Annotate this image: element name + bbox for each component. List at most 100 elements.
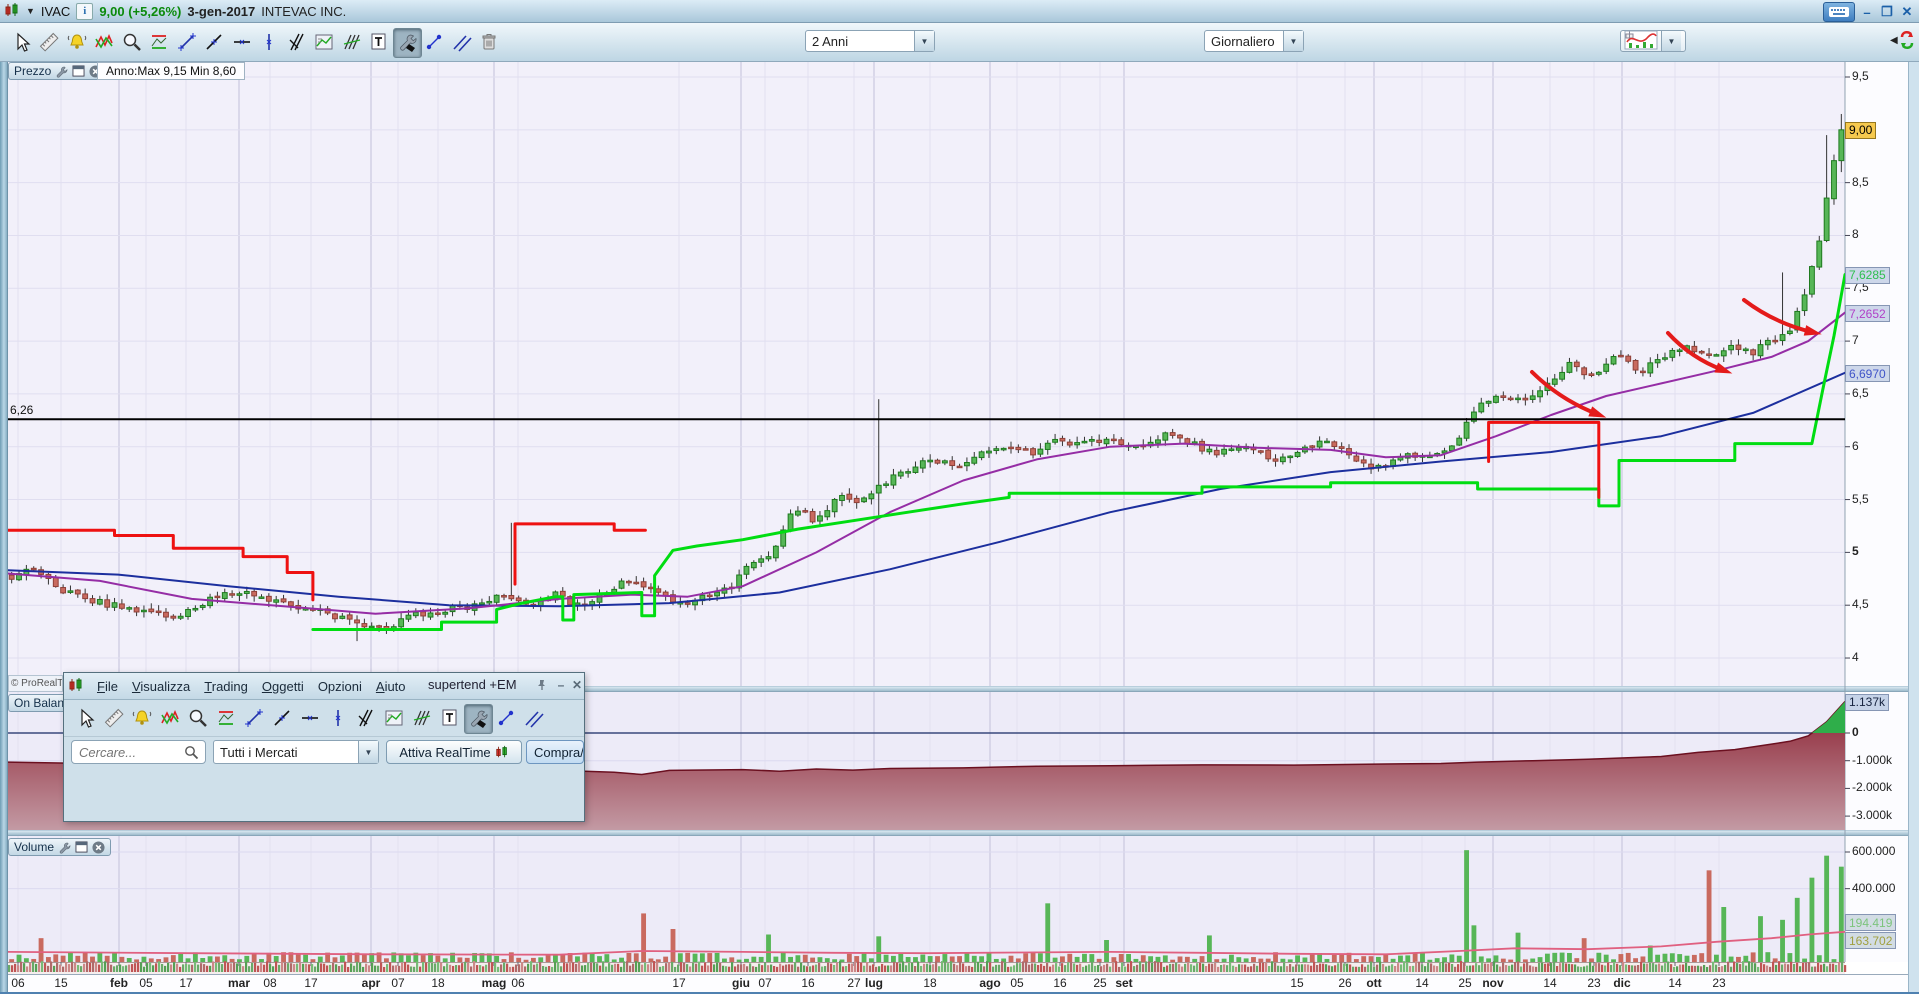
price-chart-canvas[interactable]	[8, 62, 1845, 686]
price-panel-tab[interactable]: Prezzo	[8, 62, 109, 80]
time-axis-label: 06	[511, 976, 525, 990]
chevron-down-icon[interactable]: ▼	[1283, 31, 1303, 51]
volume-panel-tab[interactable]: Volume	[8, 838, 112, 856]
horizontal-line-icon[interactable]	[296, 704, 323, 732]
menu-file[interactable]: File	[90, 677, 125, 696]
time-axis-label: 14	[1543, 976, 1557, 990]
collapse-panel-handle[interactable]: ◀	[1890, 27, 1916, 53]
vertical-line-icon[interactable]	[256, 28, 283, 56]
timeline-minimap[interactable]	[8, 962, 1845, 974]
minimize-icon[interactable]: –	[553, 677, 569, 693]
text-icon[interactable]	[436, 704, 463, 732]
add-indicator-button[interactable]: ▼	[1620, 30, 1686, 52]
trendline-icon[interactable]	[268, 704, 295, 732]
floating-window-searchrow: Tutti i Mercati ▼ Attiva RealTime Compra…	[64, 737, 584, 771]
time-axis-label: 25	[1458, 976, 1472, 990]
horizontal-line-icon[interactable]	[228, 28, 255, 56]
time-axis-label: ott	[1366, 976, 1382, 990]
pitchfork-icon[interactable]	[352, 704, 379, 732]
volume-panel-title: Volume	[14, 840, 55, 854]
panel-settings-wrench-icon[interactable]	[55, 65, 68, 78]
market-select[interactable]: Tutti i Mercati ▼	[213, 740, 379, 764]
restore-button[interactable]: ❐	[1879, 4, 1895, 20]
keyboard-icon[interactable]	[1823, 2, 1855, 22]
resolution-select[interactable]: Giornaliero ▼	[1204, 30, 1304, 52]
cycles-icon[interactable]	[408, 704, 435, 732]
pitchfork-icon[interactable]	[283, 28, 310, 56]
menu-oggetti[interactable]: Oggetti	[255, 677, 311, 696]
indicator-icon[interactable]	[311, 28, 338, 56]
panel-window-icon[interactable]	[75, 841, 88, 853]
design-tools-icon[interactable]	[464, 704, 493, 734]
vertical-line-icon[interactable]	[324, 704, 351, 732]
retracement-icon[interactable]	[212, 704, 239, 732]
volume-tick-label: 600.000	[1852, 844, 1896, 858]
ruler-icon[interactable]	[36, 28, 63, 56]
timeframe-select[interactable]: 2 Anni ▼	[805, 30, 935, 52]
info-button[interactable]: i	[76, 2, 94, 20]
time-axis-label: set	[1115, 976, 1133, 990]
pointer-icon[interactable]	[8, 28, 35, 56]
time-axis-label: nov	[1482, 976, 1504, 990]
parallel-lines-icon[interactable]	[448, 28, 475, 56]
text-icon[interactable]	[366, 28, 393, 56]
chevron-down-icon[interactable]: ▼	[358, 741, 378, 763]
timeframe-value: 2 Anni	[812, 33, 849, 49]
alarm-icon[interactable]	[63, 28, 90, 56]
search-icon[interactable]	[184, 745, 199, 765]
symbol-dropdown-caret[interactable]: ▼	[26, 6, 35, 16]
activate-realtime-button[interactable]: Attiva RealTime	[386, 740, 522, 764]
point-connect-icon[interactable]	[421, 28, 448, 56]
close-icon[interactable]: ✕	[569, 677, 585, 693]
menu-visualizza[interactable]: Visualizza	[125, 677, 197, 696]
alarm-icon[interactable]	[128, 704, 155, 732]
time-axis-label: 23	[1712, 976, 1726, 990]
close-button[interactable]: ✕	[1899, 4, 1915, 20]
floating-window-toolbar	[64, 700, 584, 737]
floating-search-window[interactable]: File Visualizza Trading Oggetti Opzioni Aiuto…	[63, 672, 585, 822]
chevron-down-icon[interactable]: ▼	[914, 31, 934, 51]
indicator-icon[interactable]	[380, 704, 407, 732]
point-connect-icon[interactable]	[492, 704, 519, 732]
trendline-icon[interactable]	[201, 28, 228, 56]
buy-sell-button[interactable]: Compra/	[526, 740, 584, 764]
retracement-icon[interactable]	[146, 28, 173, 56]
menu-trading[interactable]: Trading	[197, 677, 255, 696]
segment-icon[interactable]	[173, 28, 200, 56]
last-price: 9,00 (+5,26%)	[99, 3, 182, 19]
time-axis-label: 14	[1668, 976, 1682, 990]
cycles-icon[interactable]	[338, 28, 365, 56]
chevron-down-icon[interactable]: ▼	[1661, 31, 1681, 51]
segment-icon[interactable]	[240, 704, 267, 732]
zoom-icon[interactable]	[118, 28, 145, 56]
volume-chart-canvas[interactable]	[8, 836, 1845, 962]
workspace-tab-title[interactable]: supertend +EM	[428, 677, 528, 692]
obv-tick-label: -3.000k	[1852, 808, 1893, 823]
delete-icon[interactable]	[476, 28, 503, 56]
menu-aiuto[interactable]: Aiuto	[369, 677, 413, 696]
panel-close-icon[interactable]	[92, 840, 105, 854]
panel-settings-wrench-icon[interactable]	[58, 841, 71, 854]
obv-tick-label: -2.000k	[1852, 780, 1893, 795]
time-axis-label: 05	[139, 976, 153, 990]
price-tick-label: 4	[1852, 650, 1859, 665]
time-axis-label: 15	[54, 976, 68, 990]
pin-icon[interactable]	[534, 677, 550, 693]
minimize-button[interactable]: –	[1859, 4, 1875, 20]
app-candlestick-icon	[4, 2, 20, 21]
pointer-icon[interactable]	[72, 704, 99, 732]
time-axis-label: dic	[1613, 976, 1631, 990]
price-tick-label: 5	[1852, 544, 1859, 559]
left-collapse-strip[interactable]	[0, 62, 8, 994]
design-tools-icon[interactable]	[393, 28, 422, 58]
menu-opzioni[interactable]: Opzioni	[311, 677, 369, 696]
panel-window-icon[interactable]	[72, 65, 85, 77]
pattern-icon[interactable]	[91, 28, 118, 56]
ruler-icon[interactable]	[100, 704, 127, 732]
zoom-icon[interactable]	[184, 704, 211, 732]
time-axis-label: 06	[11, 976, 25, 990]
pattern-icon[interactable]	[156, 704, 183, 732]
parallel-lines-icon[interactable]	[520, 704, 547, 732]
indicator-chart-icon	[1621, 29, 1661, 54]
price-panel-title: Prezzo	[14, 64, 52, 78]
